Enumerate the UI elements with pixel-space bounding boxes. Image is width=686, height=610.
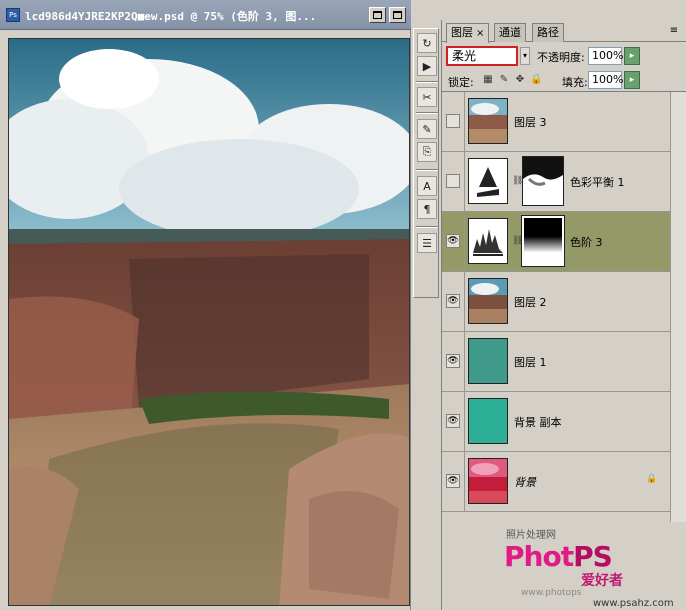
watermark-url-right: www.psahz.com [593,598,674,609]
layer-row[interactable]: 👁 图层 1 [442,332,670,392]
eye-icon[interactable]: 👁 [446,294,460,308]
eye-icon[interactable]: 👁 [446,234,460,248]
lock-label: 锁定: [448,76,474,89]
watermark-url-left: www.photops [521,588,582,598]
history-icon[interactable]: ↻ [417,33,437,53]
tool-presets-icon[interactable]: ✂ [417,87,437,107]
canyon-photo [9,39,409,605]
document-window: Ps lcd986d4YJRE2KP2Q■ew.psd @ 75% (色阶 3,… [0,0,411,610]
tab-paths-label: 路径 [537,26,559,39]
panel-tabs: 图层 × 通道 路径 ≡ [442,20,686,43]
divider [464,392,465,452]
opacity-label: 不透明度: [537,51,585,64]
layer-name: 背景 [514,476,536,489]
layer-name: 图层 1 [514,356,547,369]
layer-thumbnail [468,398,508,444]
divider [464,92,465,152]
watermark-top-text: 照片处理网 [506,530,556,541]
clone-source-icon[interactable]: ⎘ [417,142,437,162]
notes-icon[interactable]: ☰ [417,233,437,253]
opacity-field[interactable]: 100% [588,47,623,65]
tab-layers[interactable]: 图层 × [446,23,490,43]
divider [464,332,465,392]
tab-layers-label: 图层 [451,26,473,39]
blend-opacity-row: 柔光 ▾ 不透明度: 100% ▸ [442,43,686,68]
layer-name: 色阶 3 [570,236,603,249]
layer-row[interactable]: ⛓ 色彩平衡 1 [442,152,670,212]
eye-icon[interactable]: 👁 [446,354,460,368]
visibility-toggle[interactable] [446,174,460,188]
tool-separator [416,169,438,171]
levels-icon [468,218,508,264]
tab-paths[interactable]: 路径 [532,23,564,42]
watermark-logo: PhotPS [504,540,613,573]
logo-part-a: Phot [504,540,574,573]
character-icon[interactable]: A [417,176,437,196]
layer-row-selected[interactable]: 👁 ⛓ 色阶 3 [442,212,670,272]
minimize-icon [373,11,382,19]
minimize-button[interactable] [369,7,386,23]
layer-mask[interactable] [522,156,564,206]
fill-slider-button[interactable]: ▸ [624,71,640,89]
actions-icon[interactable]: ▶ [417,56,437,76]
layer-row[interactable]: 图层 3 [442,92,670,152]
photoshop-workspace: Ps lcd986d4YJRE2KP2Q■ew.psd @ 75% (色阶 3,… [0,0,686,610]
layer-row[interactable]: 👁 背景 🔒 [442,452,670,512]
layer-name: 图层 3 [514,116,547,129]
lock-transparent-icon[interactable]: ▦ [482,74,494,86]
layer-thumbnail [468,98,508,144]
document-titlebar[interactable]: Ps lcd986d4YJRE2KP2Q■ew.psd @ 75% (色阶 3,… [0,0,411,30]
color-balance-icon [468,158,508,204]
panel-menu-icon[interactable]: ≡ [667,25,681,37]
layer-row[interactable]: 👁 背景 副本 [442,392,670,452]
divider [464,152,465,212]
layer-name: 色彩平衡 1 [570,176,625,189]
panel-tool-strip: ↻ ▶ ✂ ✎ ⎘ A ¶ ☰ [413,28,439,298]
fill-label: 填充: [562,76,588,89]
layers-list: 图层 3 ⛓ 色彩平衡 1 👁 ⛓ 色阶 3 👁 图层 2 👁 图层 1 👁 背… [442,92,686,522]
lock-move-icon[interactable]: ✥ [514,74,526,86]
close-icon[interactable]: × [476,28,484,39]
divider [464,452,465,512]
lock-all-icon[interactable]: 🔒 [530,74,542,86]
chevron-down-icon[interactable]: ▾ [520,47,530,65]
lock-paint-icon[interactable]: ✎ [498,74,510,86]
fill-field[interactable]: 100% [588,71,623,89]
paragraph-icon[interactable]: ¶ [417,199,437,219]
blend-mode-select[interactable]: 柔光 [446,46,518,66]
tool-separator [416,112,438,114]
maximize-icon [393,11,402,19]
eye-icon[interactable]: 👁 [446,414,460,428]
tool-separator [416,226,438,228]
layer-thumbnail [468,338,508,384]
watermark-aihao: 爱好者 [581,573,623,589]
divider [464,272,465,332]
tab-channels-label: 通道 [499,26,521,39]
layers-scrollbar[interactable] [670,92,686,522]
layer-row[interactable]: 👁 图层 2 [442,272,670,332]
layer-name: 背景 副本 [514,416,562,429]
maximize-button[interactable] [389,7,406,23]
tab-channels[interactable]: 通道 [494,23,526,42]
photoshop-app-icon: Ps [6,8,20,22]
layer-name: 图层 2 [514,296,547,309]
layer-thumbnail [468,458,508,504]
watermark: 照片处理网 PhotPS 爱好者 www.photops www.psahz.c… [441,520,686,610]
brushes-icon[interactable]: ✎ [417,119,437,139]
opacity-slider-button[interactable]: ▸ [624,47,640,65]
document-title: lcd986d4YJRE2KP2Q■ew.psd @ 75% (色阶 3, 图.… [25,10,317,23]
layer-mask[interactable] [521,215,565,267]
lock-fill-row: 锁定: ▦ ✎ ✥ 🔒 填充: 100% ▸ [442,68,686,92]
visibility-toggle[interactable] [446,114,460,128]
divider [464,212,465,272]
lock-icon: 🔒 [646,474,658,484]
document-canvas[interactable] [8,38,410,606]
eye-icon[interactable]: 👁 [446,474,460,488]
layer-thumbnail [468,278,508,324]
tool-separator [416,81,438,83]
logo-part-b: PS [573,540,613,573]
